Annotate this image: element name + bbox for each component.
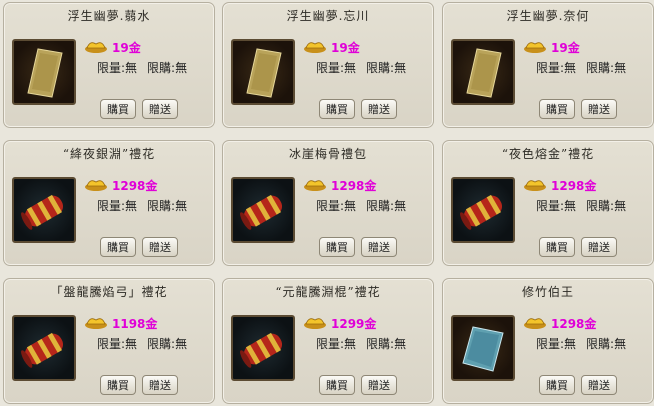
- buy-button[interactable]: 購買: [539, 99, 575, 119]
- limit-purchase: 限購:無: [586, 199, 627, 213]
- item-thumbnail[interactable]: [231, 177, 295, 243]
- scroll-item-icon: [27, 48, 63, 98]
- cloth-item-icon: [462, 326, 504, 372]
- limit-purchase: 限購:無: [366, 337, 407, 351]
- firework-item-icon: [240, 194, 283, 230]
- item-price: 1299金: [331, 317, 377, 331]
- limit-purchase: 限購:無: [147, 337, 188, 351]
- buy-button[interactable]: 購買: [319, 375, 355, 395]
- item-thumbnail[interactable]: [12, 39, 76, 105]
- gold-ingot-icon: [304, 42, 326, 53]
- limit-quantity: 限量:無: [316, 337, 357, 351]
- limit-quantity: 限量:無: [316, 61, 357, 75]
- item-thumbnail[interactable]: [12, 177, 76, 243]
- item-thumbnail[interactable]: [451, 39, 515, 105]
- buy-button[interactable]: 購買: [319, 237, 355, 257]
- item-price: 1298金: [331, 179, 377, 193]
- item-price: 19金: [551, 41, 580, 55]
- gold-ingot-icon: [85, 180, 107, 191]
- item-card: 冰崖梅骨禮包 1298金 限量:無 限購:無 購買 贈送: [222, 140, 434, 266]
- limit-purchase: 限購:無: [366, 199, 407, 213]
- item-price: 19金: [331, 41, 360, 55]
- item-thumbnail[interactable]: [451, 177, 515, 243]
- gift-button[interactable]: 贈送: [142, 99, 178, 119]
- item-name: 浮生幽夢.忘川: [286, 9, 370, 23]
- item-thumbnail[interactable]: [231, 39, 295, 105]
- item-name: 修竹伯王: [521, 285, 574, 299]
- limit-purchase: 限購:無: [586, 337, 627, 351]
- item-card: 浮生幽夢.蒻水 19金 限量:無 限購:無 購買 贈送: [3, 2, 215, 128]
- limit-quantity: 限量:無: [316, 199, 357, 213]
- limit-purchase: 限購:無: [366, 61, 407, 75]
- limit-quantity: 限量:無: [97, 61, 138, 75]
- gift-button[interactable]: 贈送: [581, 237, 617, 257]
- item-thumbnail[interactable]: [12, 315, 76, 381]
- item-name: 「盤龍騰焰弓」禮花: [50, 285, 168, 299]
- firework-item-icon: [21, 332, 64, 368]
- item-name: 浮生幽夢.蒻水: [67, 9, 151, 23]
- item-price: 19金: [112, 41, 141, 55]
- item-price: 1298金: [551, 179, 597, 193]
- firework-item-icon: [460, 194, 503, 230]
- limit-quantity: 限量:無: [97, 337, 138, 351]
- firework-item-icon: [21, 194, 64, 230]
- buy-button[interactable]: 購買: [100, 99, 136, 119]
- item-price: 1198金: [112, 317, 158, 331]
- buy-button[interactable]: 購買: [539, 375, 575, 395]
- buy-button[interactable]: 購買: [100, 237, 136, 257]
- item-name: “絳夜銀淵”禮花: [62, 147, 156, 161]
- item-card: “夜色熔金”禮花 1298金 限量:無 限購:無 購買 贈送: [442, 140, 654, 266]
- gift-button[interactable]: 贈送: [142, 375, 178, 395]
- scroll-item-icon: [246, 48, 282, 98]
- limit-purchase: 限購:無: [147, 61, 188, 75]
- gold-ingot-icon: [85, 318, 107, 329]
- limit-quantity: 限量:無: [536, 61, 577, 75]
- limit-quantity: 限量:無: [536, 337, 577, 351]
- gold-ingot-icon: [524, 180, 546, 191]
- scroll-item-icon: [466, 48, 502, 98]
- limit-purchase: 限購:無: [147, 199, 188, 213]
- item-card: 「盤龍騰焰弓」禮花 1198金 限量:無 限購:無 購買 贈送: [3, 278, 215, 404]
- item-price: 1298金: [112, 179, 158, 193]
- item-card: 修竹伯王 1298金 限量:無 限購:無 購買 贈送: [442, 278, 654, 404]
- item-name: 浮生幽夢.奈何: [506, 9, 590, 23]
- gold-ingot-icon: [304, 180, 326, 191]
- item-card: “絳夜銀淵”禮花 1298金 限量:無 限購:無 購買 贈送: [3, 140, 215, 266]
- limit-purchase: 限購:無: [586, 61, 627, 75]
- gift-button[interactable]: 贈送: [361, 375, 397, 395]
- limit-quantity: 限量:無: [97, 199, 138, 213]
- gift-button[interactable]: 贈送: [581, 375, 617, 395]
- gold-ingot-icon: [524, 42, 546, 53]
- buy-button[interactable]: 購買: [319, 99, 355, 119]
- item-name: “夜色熔金”禮花: [501, 147, 595, 161]
- buy-button[interactable]: 購買: [100, 375, 136, 395]
- item-card: “元龍騰淵棍”禮花 1299金 限量:無 限購:無 購買 贈送: [222, 278, 434, 404]
- gift-button[interactable]: 贈送: [361, 99, 397, 119]
- shop-item-grid: 浮生幽夢.蒻水 19金 限量:無 限購:無 購買 贈送 浮生幽夢.忘川 19金 …: [0, 0, 654, 406]
- item-name: “元龍騰淵棍”禮花: [275, 285, 381, 299]
- item-card: 浮生幽夢.奈何 19金 限量:無 限購:無 購買 贈送: [442, 2, 654, 128]
- firework-item-icon: [240, 332, 283, 368]
- item-card: 浮生幽夢.忘川 19金 限量:無 限購:無 購買 贈送: [222, 2, 434, 128]
- gift-button[interactable]: 贈送: [142, 237, 178, 257]
- gift-button[interactable]: 贈送: [581, 99, 617, 119]
- item-thumbnail[interactable]: [451, 315, 515, 381]
- gold-ingot-icon: [524, 318, 546, 329]
- gold-ingot-icon: [304, 318, 326, 329]
- item-thumbnail[interactable]: [231, 315, 295, 381]
- buy-button[interactable]: 購買: [539, 237, 575, 257]
- gift-button[interactable]: 贈送: [361, 237, 397, 257]
- item-price: 1298金: [551, 317, 597, 331]
- item-name: 冰崖梅骨禮包: [288, 147, 367, 161]
- limit-quantity: 限量:無: [536, 199, 577, 213]
- gold-ingot-icon: [85, 42, 107, 53]
